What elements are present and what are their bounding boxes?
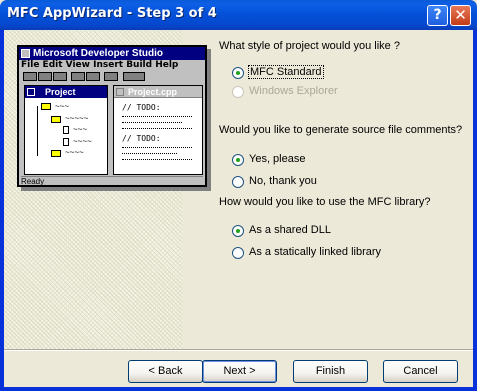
finish-button[interactable]: Finish bbox=[293, 360, 368, 383]
code-line bbox=[122, 122, 182, 124]
project-style-question: What style of project would you like ? bbox=[219, 40, 400, 52]
toolbar-button-icon bbox=[38, 72, 52, 81]
title-bar[interactable]: MFC AppWizard - Step 3 of 4 ? ✕ bbox=[0, 0, 477, 30]
option-label: As a statically linked library bbox=[249, 246, 382, 258]
next-button[interactable]: Next > bbox=[202, 360, 277, 383]
option-label: No, thank you bbox=[249, 175, 317, 187]
folder-icon bbox=[51, 116, 61, 123]
toolbar-button-icon bbox=[71, 72, 85, 81]
radio-unchecked-icon[interactable] bbox=[232, 176, 244, 188]
illustration-title: Microsoft Developer Studio bbox=[19, 47, 205, 60]
toolbar-button-icon bbox=[104, 72, 118, 81]
comments-question: Would you like to generate source file c… bbox=[219, 124, 463, 136]
radio-checked-icon[interactable] bbox=[232, 225, 244, 237]
project-pane: Project ~~~ ~~~~~ ~~~ ~~~~ ~~~~ bbox=[24, 85, 108, 175]
toolbar-button-icon bbox=[123, 72, 145, 81]
source-file-pane-header: Project.cpp bbox=[114, 86, 202, 98]
todo-comment: // TODO: bbox=[122, 103, 161, 112]
tree-item-text: ~~~ bbox=[55, 102, 70, 111]
tree-item-text: ~~~~ bbox=[73, 137, 92, 146]
code-line bbox=[122, 128, 192, 130]
help-button[interactable]: ? bbox=[427, 5, 448, 26]
folder-icon bbox=[41, 103, 51, 110]
options-panel bbox=[182, 30, 473, 349]
code-line bbox=[122, 159, 192, 161]
radio-unchecked-icon[interactable] bbox=[232, 247, 244, 259]
code-line bbox=[122, 153, 177, 155]
option-label: As a shared DLL bbox=[249, 224, 331, 236]
toolbar-button-icon bbox=[23, 72, 37, 81]
toolbar-button-icon bbox=[53, 72, 67, 81]
source-file-pane: Project.cpp // TODO: // TODO: bbox=[113, 85, 203, 175]
illustration-menu: File Edit View Insert Build Help bbox=[21, 60, 179, 70]
pane-menu-icon bbox=[116, 88, 124, 96]
illustration-status: Ready bbox=[21, 176, 203, 186]
radio-checked-icon[interactable] bbox=[232, 154, 244, 166]
folder-icon bbox=[51, 150, 61, 157]
todo-comment: // TODO: bbox=[122, 134, 161, 143]
window-frame-bottom bbox=[0, 387, 477, 391]
source-file-title: Project.cpp bbox=[128, 87, 178, 97]
project-pane-header: Project bbox=[25, 86, 107, 98]
project-pane-title: Project bbox=[45, 87, 76, 97]
window-title: MFC AppWizard - Step 3 of 4 bbox=[7, 6, 217, 21]
system-menu-icon bbox=[21, 49, 30, 58]
code-line bbox=[122, 147, 192, 149]
toolbar-button-icon bbox=[86, 72, 100, 81]
code-line bbox=[122, 116, 192, 118]
file-icon bbox=[63, 138, 69, 146]
tree-item-text: ~~~~~ bbox=[65, 114, 89, 123]
button-separator bbox=[4, 349, 473, 351]
tree-item-text: ~~~~ bbox=[65, 148, 84, 157]
radio-disabled-icon bbox=[232, 86, 244, 98]
tree-line bbox=[37, 106, 38, 156]
file-icon bbox=[63, 126, 69, 134]
option-label: Yes, please bbox=[249, 153, 306, 165]
radio-checked-icon[interactable] bbox=[232, 67, 244, 79]
tree-item-text: ~~~ bbox=[73, 125, 88, 134]
option-label: MFC Standard bbox=[248, 65, 324, 79]
option-label: Windows Explorer bbox=[249, 85, 338, 97]
close-button[interactable]: ✕ bbox=[450, 5, 471, 26]
window-frame-right bbox=[473, 30, 477, 391]
back-button[interactable]: < Back bbox=[128, 360, 203, 383]
cancel-button[interactable]: Cancel bbox=[383, 360, 458, 383]
mfc-library-question: How would you like to use the MFC librar… bbox=[219, 196, 431, 208]
ide-illustration: Microsoft Developer Studio File Edit Vie… bbox=[17, 45, 207, 187]
pane-menu-icon bbox=[27, 88, 35, 96]
